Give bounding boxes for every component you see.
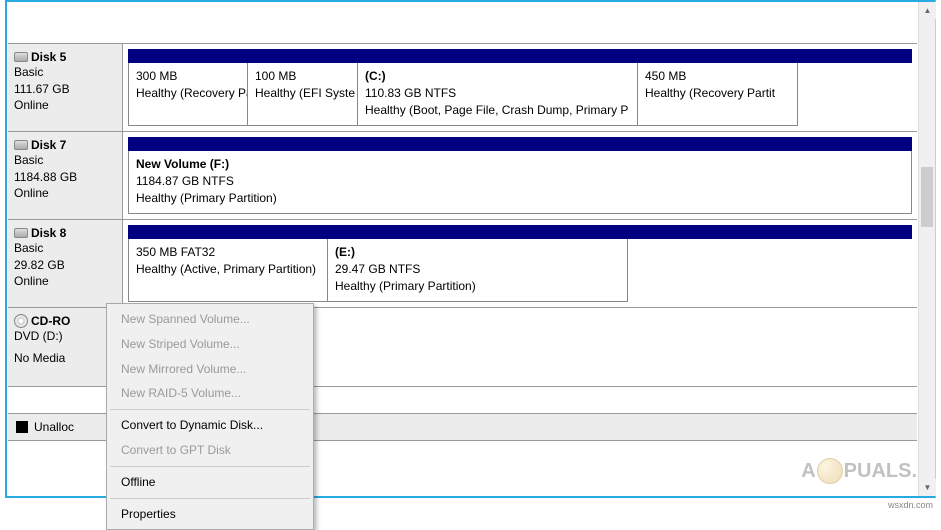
partition-label: (E:) [335,244,620,261]
disk-info-panel[interactable]: Disk 8 Basic 29.82 GB Online [8,220,123,307]
legend-unallocated: Unalloc [34,420,74,434]
disk-row[interactable]: Disk 5 Basic 111.67 GB Online 300 MB Hea… [8,43,917,131]
menu-separator [110,409,310,410]
disk-name: Disk 7 [31,138,66,152]
partition-c-drive[interactable]: (C:) 110.83 GB NTFS Healthy (Boot, Page … [358,63,638,126]
partition-label: (C:) [365,68,630,85]
disk-icon [14,140,28,150]
partition-size: 29.47 GB NTFS [335,261,620,278]
disk-status: Online [14,186,114,202]
cdrom-drive: DVD (D:) [14,329,114,345]
menu-separator [110,498,310,499]
partition-header-bar [128,49,912,63]
cdrom-icon [14,314,28,328]
disk-type: Basic [14,65,114,81]
partition-status: Healthy (Active, Primary Partition) [136,261,320,278]
menu-convert-gpt-disk[interactable]: Convert to GPT Disk [109,438,311,463]
menu-new-spanned-volume[interactable]: New Spanned Volume... [109,307,311,332]
partitions-container: 300 MB Healthy (Recovery Par 100 MB Heal… [123,44,917,131]
disk-name: Disk 8 [31,226,66,240]
disk-row[interactable]: Disk 7 Basic 1184.88 GB Online New Volum… [8,131,917,219]
partition-size: 300 MB [136,68,240,85]
partition-size: 450 MB [645,68,790,85]
partition-status: Healthy (EFI Syste [255,85,350,102]
disk-row[interactable]: Disk 8 Basic 29.82 GB Online 350 MB FAT3… [8,219,917,307]
partition-status: Healthy (Primary Partition) [136,190,904,207]
disk-context-menu: New Spanned Volume... New Striped Volume… [106,303,314,530]
cdrom-name: CD-RO [31,314,70,328]
disk-size: 111.67 GB [14,82,114,98]
disk-info-panel[interactable]: Disk 7 Basic 1184.88 GB Online [8,132,123,219]
disk-type: Basic [14,241,114,257]
disk-icon [14,228,28,238]
partition-size: 100 MB [255,68,350,85]
disk-type: Basic [14,153,114,169]
watermark-prefix: A [801,460,815,483]
partitions-container: New Volume (F:) 1184.87 GB NTFS Healthy … [123,132,917,219]
partition-size: 110.83 GB NTFS [365,85,630,102]
partitions-container: 350 MB FAT32 Healthy (Active, Primary Pa… [123,220,917,307]
scroll-down-button[interactable]: ▼ [919,479,936,496]
partition-status: Healthy (Recovery Par [136,85,240,102]
disk-icon [14,52,28,62]
unallocated-swatch [16,421,28,433]
menu-separator [110,466,310,467]
partition-size: 1184.87 GB NTFS [136,173,904,190]
cdrom-status: No Media [14,351,114,367]
partition-status: Healthy (Recovery Partit [645,85,790,102]
credit-text: wsxdn.com [888,500,933,510]
disk-size: 1184.88 GB [14,170,114,186]
scroll-up-button[interactable]: ▲ [919,2,936,19]
disk-info-panel[interactable]: Disk 5 Basic 111.67 GB Online [8,44,123,131]
menu-offline[interactable]: Offline [109,470,311,495]
vertical-scrollbar[interactable]: ▲ ▼ [918,2,935,496]
disk-status: Online [14,98,114,114]
menu-new-raid5-volume[interactable]: New RAID-5 Volume... [109,381,311,406]
partition-size: 350 MB FAT32 [136,244,320,261]
top-spacer [8,3,917,43]
partition-header-bar [128,225,912,239]
disk-name: Disk 5 [31,50,66,64]
watermark-logo: A PUALS. [801,458,917,484]
disk-status: Online [14,274,114,290]
partition[interactable]: 450 MB Healthy (Recovery Partit [638,63,798,126]
partition-header-bar [128,137,912,151]
partition-label: New Volume (F:) [136,156,904,173]
partition[interactable]: 300 MB Healthy (Recovery Par [128,63,248,126]
disk-size: 29.82 GB [14,258,114,274]
watermark-suffix: PUALS. [844,460,917,483]
menu-new-striped-volume[interactable]: New Striped Volume... [109,332,311,357]
partition-status: Healthy (Boot, Page File, Crash Dump, Pr… [365,102,630,119]
watermark-face-icon [817,458,843,484]
partition[interactable]: 100 MB Healthy (EFI Syste [248,63,358,126]
partition-status: Healthy (Primary Partition) [335,278,620,295]
menu-convert-dynamic-disk[interactable]: Convert to Dynamic Disk... [109,413,311,438]
partition-e-drive[interactable]: (E:) 29.47 GB NTFS Healthy (Primary Part… [328,239,628,302]
menu-properties[interactable]: Properties [109,502,311,527]
partition-f-drive[interactable]: New Volume (F:) 1184.87 GB NTFS Healthy … [128,151,912,214]
scroll-thumb[interactable] [921,167,933,227]
partition[interactable]: 350 MB FAT32 Healthy (Active, Primary Pa… [128,239,328,302]
menu-new-mirrored-volume[interactable]: New Mirrored Volume... [109,357,311,382]
